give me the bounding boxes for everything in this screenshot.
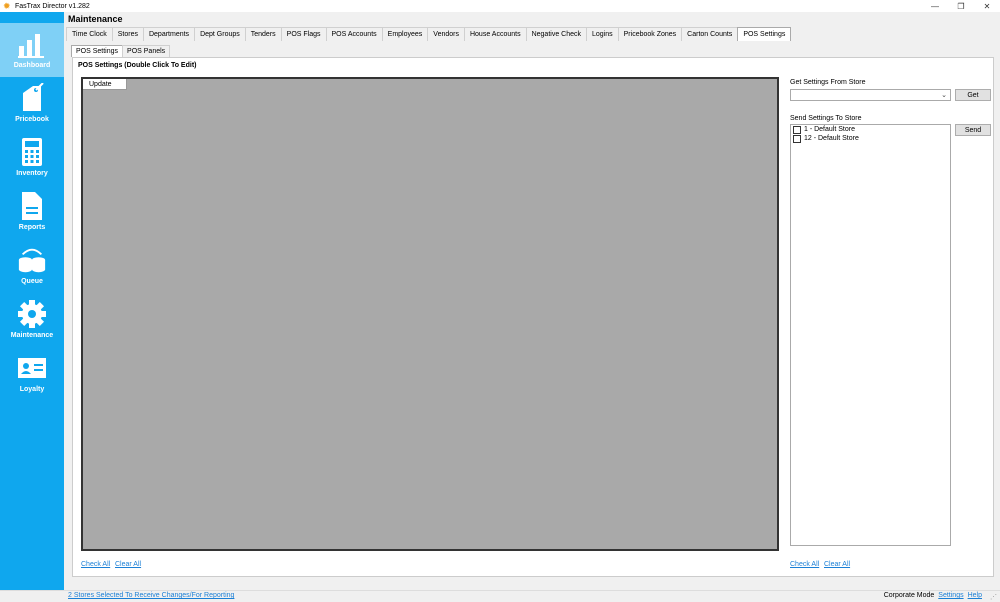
send-button[interactable]: Send <box>955 124 991 136</box>
tab-pos-accounts[interactable]: POS Accounts <box>325 27 383 41</box>
tab-employees[interactable]: Employees <box>381 27 429 41</box>
sidebar-item-queue[interactable]: Queue <box>0 239 64 293</box>
sidebar-item-label: Reports <box>18 224 46 231</box>
sidebar-item-label: Inventory <box>16 170 48 177</box>
settings-link[interactable]: Settings <box>938 592 963 599</box>
stores-check-all-link[interactable]: Check All <box>790 561 819 568</box>
stores-selected-link[interactable]: 2 Stores Selected To Receive Changes/For… <box>68 592 234 599</box>
sidebar-item-label: Loyalty <box>19 386 45 393</box>
window-controls: — ❐ ✕ <box>922 0 1000 12</box>
close-button[interactable]: ✕ <box>974 0 1000 12</box>
stores-clear-all-link[interactable]: Clear All <box>824 561 850 568</box>
tab-negative-check[interactable]: Negative Check <box>525 27 587 41</box>
update-button[interactable]: Update <box>83 79 127 90</box>
clear-all-link[interactable]: Clear All <box>115 561 141 568</box>
sidebar: Dashboard Pricebook Inventory Reports Qu… <box>0 12 64 590</box>
subtab-pos-settings[interactable]: POS Settings <box>71 45 124 57</box>
pricebook-icon <box>17 83 47 113</box>
queue-icon <box>17 245 47 275</box>
pos-settings-content: POS Settings (Double Click To Edit) Upda… <box>72 57 994 577</box>
dashboard-icon <box>17 29 47 59</box>
get-settings-label: Get Settings From Store <box>790 79 866 86</box>
sidebar-item-inventory[interactable]: Inventory <box>0 131 64 185</box>
get-button[interactable]: Get <box>955 89 991 101</box>
reports-icon <box>17 191 47 221</box>
sidebar-item-label: Queue <box>21 278 43 285</box>
title-bar: ✹ FasTrax Director v1.282 — ❐ ✕ <box>0 0 1000 12</box>
help-link[interactable]: Help <box>968 592 982 599</box>
minimize-button[interactable]: — <box>922 0 948 12</box>
app-logo-icon: ✹ <box>3 1 11 11</box>
sidebar-item-dashboard[interactable]: Dashboard <box>0 23 64 77</box>
list-item[interactable]: 1 - Default Store <box>791 125 950 134</box>
store-list: 1 - Default Store 12 - Default Store <box>790 124 951 546</box>
store-name: 12 - Default Store <box>804 135 859 142</box>
tab-stores[interactable]: Stores <box>111 27 144 41</box>
status-right: Corporate Mode Settings Help <box>884 592 982 599</box>
store-checkbox[interactable] <box>793 134 801 143</box>
main-panel: Maintenance Time Clock Stores Department… <box>64 12 1000 590</box>
tab-carton-counts[interactable]: Carton Counts <box>681 27 739 41</box>
subtab-pos-panels[interactable]: POS Panels <box>122 45 171 57</box>
store-name: 1 - Default Store <box>804 126 855 133</box>
settings-grid[interactable]: Update <box>81 77 779 551</box>
sidebar-item-pricebook[interactable]: Pricebook <box>0 77 64 131</box>
maintenance-icon <box>17 299 47 329</box>
loyalty-icon <box>17 353 47 383</box>
chevron-down-icon: ⌄ <box>941 92 947 99</box>
sidebar-item-reports[interactable]: Reports <box>0 185 64 239</box>
tab-vendors[interactable]: Vendors <box>427 27 465 41</box>
tab-tenders[interactable]: Tenders <box>244 27 282 41</box>
tab-dept-groups[interactable]: Dept Groups <box>194 27 246 41</box>
tab-pos-flags[interactable]: POS Flags <box>280 27 327 41</box>
check-all-link[interactable]: Check All <box>81 561 110 568</box>
sidebar-item-label: Dashboard <box>13 62 51 69</box>
maintenance-tabs: Time Clock Stores Departments Dept Group… <box>66 27 792 41</box>
section-title: POS Settings (Double Click To Edit) <box>78 62 197 69</box>
status-bar: 2 Stores Selected To Receive Changes/For… <box>0 590 1000 602</box>
sidebar-item-label: Maintenance <box>10 332 54 339</box>
sidebar-item-loyalty[interactable]: Loyalty <box>0 347 64 401</box>
store-checkbox[interactable] <box>793 125 801 134</box>
store-select[interactable]: ⌄ <box>790 89 951 101</box>
window-title: FasTrax Director v1.282 <box>15 2 90 10</box>
tab-time-clock[interactable]: Time Clock <box>66 27 113 41</box>
maximize-button[interactable]: ❐ <box>948 0 974 12</box>
pos-subtabs: POS Settings POS Panels <box>71 45 171 57</box>
send-settings-label: Send Settings To Store <box>790 115 862 122</box>
sidebar-item-label: Pricebook <box>15 116 49 123</box>
list-item[interactable]: 12 - Default Store <box>791 134 950 143</box>
tab-logins[interactable]: Logins <box>586 27 619 41</box>
mode-label: Corporate Mode <box>883 592 935 599</box>
tab-house-accounts[interactable]: House Accounts <box>463 27 527 41</box>
resize-grip-icon[interactable]: ⋰ <box>990 593 997 601</box>
tab-pos-settings[interactable]: POS Settings <box>737 27 792 41</box>
inventory-icon <box>17 137 47 167</box>
page-title: Maintenance <box>68 14 123 24</box>
tab-pricebook-zones[interactable]: Pricebook Zones <box>617 27 683 41</box>
sidebar-item-maintenance[interactable]: Maintenance <box>0 293 64 347</box>
tab-departments[interactable]: Departments <box>142 27 196 41</box>
